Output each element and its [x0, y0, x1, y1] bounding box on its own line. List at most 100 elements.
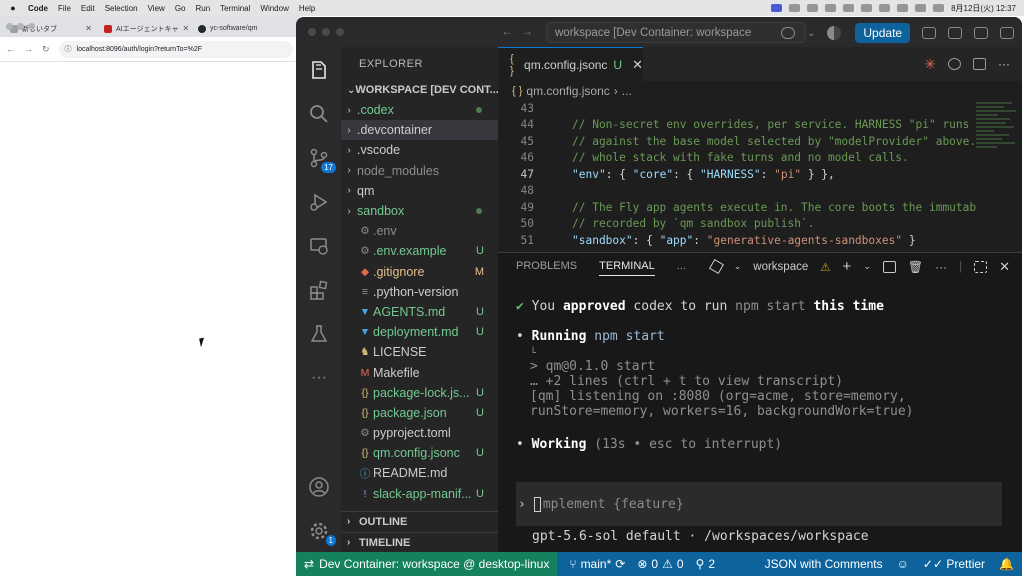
toggle-panel-icon[interactable] — [974, 27, 989, 39]
update-button[interactable]: Update — [855, 23, 911, 43]
maximize-panel-icon[interactable] — [974, 260, 988, 273]
close-window-icon[interactable] — [308, 28, 316, 36]
tree-file[interactable]: {} qm.config.jsonc U — [341, 443, 498, 463]
prettier-status[interactable]: ✓✓ Prettier — [923, 557, 985, 571]
search-icon[interactable] — [915, 4, 927, 12]
tree-file[interactable]: ▼ AGENTS.md U — [341, 302, 498, 322]
reload-icon[interactable]: ↻ — [42, 44, 50, 55]
editor-tab-qm-config[interactable]: { } qm.config.jsonc U ✕ — [498, 47, 643, 81]
tree-file[interactable]: ! slack-app-manif... U — [341, 484, 498, 504]
menu-selection[interactable]: Selection — [105, 4, 138, 13]
close-tab-icon[interactable]: ✕ — [632, 57, 643, 73]
notifications-icon[interactable]: 🔔 — [999, 557, 1014, 571]
tree-folder[interactable]: › .vscode — [341, 140, 498, 160]
ports-indicator[interactable]: ⚲ 2 — [696, 557, 715, 571]
copilot-chat-icon[interactable] — [781, 27, 795, 39]
open-changes-icon[interactable] — [948, 58, 961, 70]
toggle-primary-sidebar-icon[interactable] — [948, 27, 963, 39]
browser-tab-ai-agent[interactable]: AIエージェントキャ ✕ — [98, 20, 192, 37]
tree-file[interactable]: ♞ LICENSE — [341, 342, 498, 362]
tab-terminal[interactable]: TERMINAL — [599, 260, 655, 276]
breadcrumb-file[interactable]: qm.config.jsonc — [526, 84, 609, 98]
terminal-output[interactable]: ✔ You approved codex to run npm start th… — [516, 295, 1006, 457]
search-icon[interactable] — [308, 103, 330, 125]
screen-record-icon[interactable] — [771, 4, 783, 12]
close-tab-icon[interactable]: ✕ — [182, 24, 189, 33]
remote-explorer-icon[interactable] — [308, 235, 330, 257]
menu-terminal[interactable]: Terminal — [220, 4, 250, 13]
workspace-section-header[interactable]: ⌄ WORKSPACE [DEV CONT... — [341, 80, 498, 100]
git-branch[interactable]: ⑂ main* ⟳ — [569, 557, 625, 571]
close-tab-icon[interactable]: ✕ — [85, 24, 92, 33]
status-icon-5[interactable] — [861, 4, 873, 12]
more-actions-icon[interactable]: ··· — [935, 260, 947, 274]
tree-file[interactable]: ◆ .gitignore M — [341, 262, 498, 282]
timeline-section[interactable]: › TIMELINE — [341, 532, 498, 552]
tree-file[interactable]: {} package.json U — [341, 403, 498, 423]
tree-file[interactable]: {} package-lock.js... U — [341, 383, 498, 403]
zoom-window-icon[interactable] — [28, 23, 35, 30]
spark-icon[interactable]: ✳ — [924, 56, 936, 73]
manage-gear-icon[interactable]: 1 — [308, 520, 336, 546]
status-icon-4[interactable] — [843, 4, 855, 12]
apple-icon[interactable]: ● — [6, 3, 20, 13]
tree-file[interactable]: ⚙ .env.example U — [341, 241, 498, 261]
tree-file[interactable]: ⚙ .env — [341, 221, 498, 241]
zoom-window-icon[interactable] — [336, 28, 344, 36]
accounts-icon[interactable] — [308, 476, 330, 498]
chevron-down-icon[interactable]: ⌄ — [863, 261, 871, 272]
back-icon[interactable]: ← — [6, 44, 15, 54]
code-area[interactable]: 43 44 // Non-secret env overrides, per ser… — [498, 100, 977, 249]
minimize-window-icon[interactable] — [322, 28, 330, 36]
chevron-down-icon[interactable]: ⌄ — [734, 261, 742, 272]
menu-edit[interactable]: Edit — [81, 4, 95, 13]
tree-file[interactable]: ≡ .python-version — [341, 282, 498, 302]
tree-file[interactable]: ⚙ pyproject.toml — [341, 423, 498, 443]
new-terminal-icon[interactable]: + — [843, 258, 852, 275]
status-icon-2[interactable] — [807, 4, 819, 12]
source-control-icon[interactable]: 17 — [308, 147, 336, 173]
battery-icon[interactable] — [879, 4, 891, 12]
command-center[interactable]: workspace [Dev Container: workspace — [546, 22, 806, 43]
chevron-down-icon[interactable]: ⌄ — [807, 28, 815, 39]
toggle-secondary-sidebar-icon[interactable] — [1000, 27, 1015, 39]
tree-file[interactable]: ⓘ README.md — [341, 463, 498, 483]
extensions-icon[interactable] — [308, 279, 330, 301]
close-panel-icon[interactable]: ✕ — [999, 259, 1010, 275]
tree-folder[interactable]: › .devcontainer — [341, 120, 498, 141]
tree-file[interactable]: M Makefile — [341, 362, 498, 382]
minimap[interactable] — [972, 100, 1022, 250]
history-nav-icons[interactable]: ←→ — [501, 24, 541, 38]
explorer-icon[interactable] — [308, 59, 330, 81]
remote-indicator[interactable]: ⇄ Dev Container: workspace @ desktop-lin… — [296, 552, 558, 576]
tab-problems[interactable]: PROBLEMS — [516, 260, 577, 272]
status-icon-3[interactable] — [825, 4, 837, 12]
trash-icon[interactable]: 🗑 — [908, 260, 923, 274]
language-mode[interactable]: JSON with Comments — [765, 557, 883, 571]
menu-run[interactable]: Run — [195, 4, 210, 13]
breadcrumb-more[interactable]: ... — [622, 84, 632, 98]
split-editor-icon[interactable] — [973, 58, 986, 70]
menu-file[interactable]: File — [58, 4, 71, 13]
tree-file[interactable]: ▼ deployment.md U — [341, 322, 498, 342]
panel-more-tabs[interactable]: ... — [677, 260, 686, 272]
wifi-icon[interactable] — [897, 4, 909, 12]
accounts-theme-icon[interactable] — [827, 26, 842, 40]
tree-folder[interactable]: › node_modules — [341, 161, 498, 181]
address-bar[interactable]: ⓘ localhost:8096/auth/login?returnTo=%2F — [58, 40, 293, 58]
status-icon-1[interactable] — [789, 4, 801, 12]
menu-app[interactable]: Code — [28, 4, 48, 13]
copilot-icon[interactable]: ☺ — [897, 557, 909, 571]
forward-icon[interactable]: → — [24, 44, 33, 54]
menu-go[interactable]: Go — [175, 4, 186, 13]
testing-icon[interactable] — [308, 323, 330, 345]
outline-section[interactable]: › OUTLINE — [341, 511, 498, 531]
more-actions-icon[interactable]: ··· — [998, 57, 1010, 71]
more-views-icon[interactable]: ··· — [308, 367, 330, 389]
problems-indicator[interactable]: ⊗ 0 ⚠ 0 — [637, 557, 683, 571]
tree-folder[interactable]: › qm — [341, 181, 498, 201]
menu-help[interactable]: Help — [299, 4, 315, 13]
browser-tab-github[interactable]: yc-software/qm — [192, 20, 286, 37]
tree-folder[interactable]: › .codex — [341, 100, 498, 120]
customize-layout-icon[interactable] — [922, 27, 937, 39]
